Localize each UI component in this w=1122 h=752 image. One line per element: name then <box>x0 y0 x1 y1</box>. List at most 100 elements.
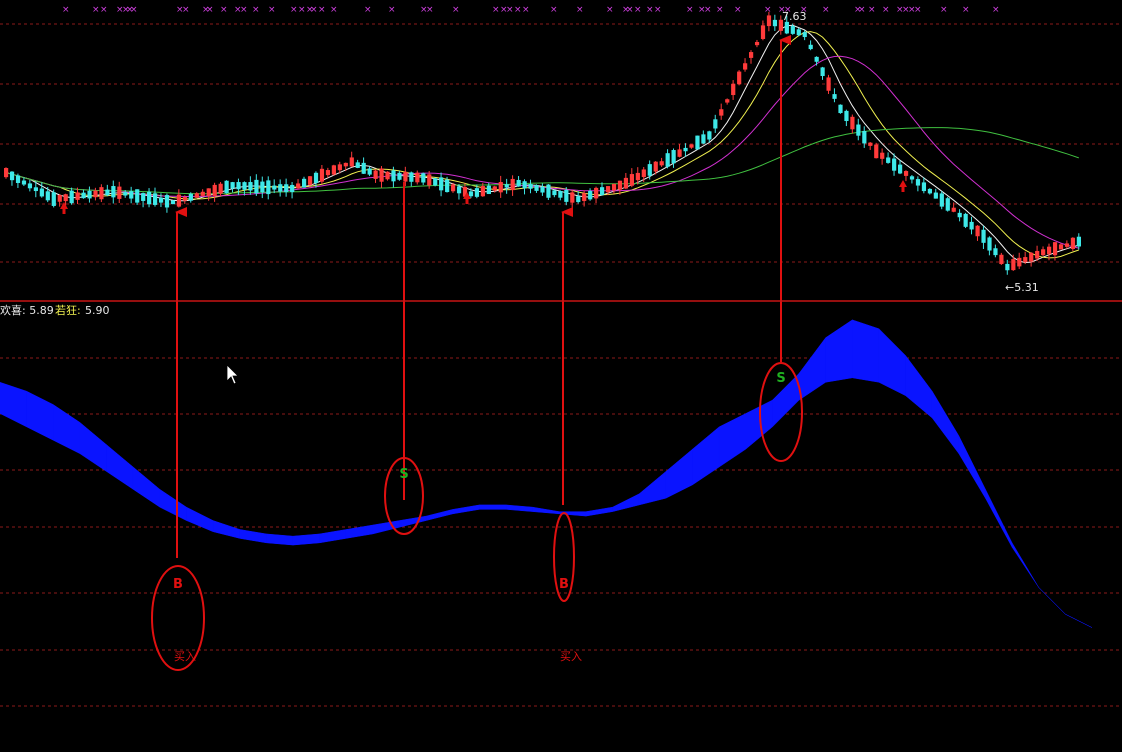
ribbon-segment <box>159 488 187 521</box>
ribbon-segment <box>1065 613 1093 628</box>
candle-body <box>51 192 56 206</box>
candle-body <box>21 180 27 185</box>
buy-letter: B <box>559 577 569 592</box>
ribbon-segment <box>292 533 320 546</box>
candle-body <box>987 237 992 251</box>
signal-marks: × × × ×××× ×× ×× × ×× × × × × ×× × × × × ×× × × ×× × × × × × ×× × × ×… <box>62 5 1000 15</box>
candle-body <box>892 158 897 171</box>
candle-body <box>838 104 843 114</box>
candle-body <box>206 188 211 196</box>
candle-body <box>4 168 9 178</box>
candle-body <box>951 207 956 212</box>
signal-mark: × <box>364 5 372 15</box>
candle-body <box>594 187 599 199</box>
ribbon-segment <box>985 489 1013 548</box>
candle-body <box>731 83 736 96</box>
candle-body <box>749 52 754 58</box>
candle-body <box>415 172 420 183</box>
candle-body <box>874 144 879 159</box>
candle-body <box>957 212 962 218</box>
ma-line <box>5 55 1079 249</box>
candle-body <box>451 184 456 192</box>
candle-body <box>772 19 778 27</box>
ribbon-segment <box>319 529 347 544</box>
candle-body <box>796 29 801 36</box>
candle-body <box>975 225 980 237</box>
signal-mark: × <box>914 5 922 15</box>
candle-body <box>105 189 110 196</box>
ribbon-segment <box>745 399 773 450</box>
ribbon-segment <box>79 421 107 472</box>
candle-body <box>170 200 176 205</box>
candle-body <box>218 183 223 194</box>
candle-body <box>212 184 217 196</box>
signal-mark: × <box>576 5 584 15</box>
candle-body <box>39 188 44 197</box>
candle-body <box>33 187 38 192</box>
candle-body <box>832 94 837 99</box>
mouse-cursor-icon <box>226 364 239 385</box>
candle-body <box>242 182 247 190</box>
signal-mark: × <box>182 5 190 15</box>
signal-mark: × <box>550 5 558 15</box>
buy-letter: B <box>173 577 183 592</box>
signal-mark: × <box>606 5 614 15</box>
signal-mark: × <box>92 5 100 15</box>
candle-body <box>659 161 664 166</box>
candle-body <box>534 185 539 191</box>
candle-body <box>528 184 533 189</box>
candle-body <box>1005 263 1010 271</box>
candle-body <box>546 184 551 198</box>
candle-body <box>802 32 807 38</box>
ma-line <box>5 31 1079 259</box>
candle-body <box>588 190 593 200</box>
candle-body <box>260 181 265 193</box>
candle-body <box>230 182 235 189</box>
candle-body <box>15 175 21 183</box>
candle-body <box>605 186 611 193</box>
candle-body <box>498 182 503 193</box>
signal-mark: × <box>858 5 866 15</box>
candle-body <box>558 191 563 198</box>
candle-body <box>355 162 360 168</box>
candle-body <box>1047 246 1052 255</box>
candle-body <box>611 183 617 191</box>
candle-body <box>707 131 712 140</box>
candle-body <box>963 213 968 227</box>
candle-body <box>194 193 199 198</box>
candle-body <box>486 185 491 195</box>
signal-mark: × <box>100 5 108 15</box>
candle-body <box>111 186 116 198</box>
ribbon-segment <box>186 506 214 533</box>
buy-label: 买入 <box>560 650 582 663</box>
ribbon-segment <box>638 470 667 506</box>
grid-layer <box>0 23 1122 707</box>
candle-body <box>87 190 92 199</box>
candle-body <box>278 184 283 192</box>
candle-body <box>99 187 104 200</box>
candle-body <box>296 183 301 189</box>
ribbon-segment <box>1038 587 1066 615</box>
candle-body <box>647 164 652 176</box>
candle-body <box>397 172 402 180</box>
candle-body <box>737 71 742 85</box>
candle-body <box>766 15 772 27</box>
candle-body <box>820 67 825 77</box>
candle-body <box>909 176 915 180</box>
ribbon-segment <box>585 506 613 517</box>
legend-item-1: 欢喜: 5.89 <box>0 303 54 317</box>
ribbon-segment <box>212 520 240 539</box>
candle-body <box>570 192 575 203</box>
ribbon-segment <box>479 504 507 510</box>
candle-body <box>743 63 748 70</box>
signal-mark: × <box>206 5 214 15</box>
candle-body <box>403 171 408 182</box>
ribbon-segment <box>692 426 720 486</box>
candle-body <box>439 177 444 191</box>
candle-body <box>689 144 694 148</box>
ribbon-segment <box>532 506 560 515</box>
candle-body <box>158 197 164 203</box>
candle-body <box>93 190 98 198</box>
signal-mark: × <box>882 5 890 15</box>
signal-mark: × <box>130 5 138 15</box>
